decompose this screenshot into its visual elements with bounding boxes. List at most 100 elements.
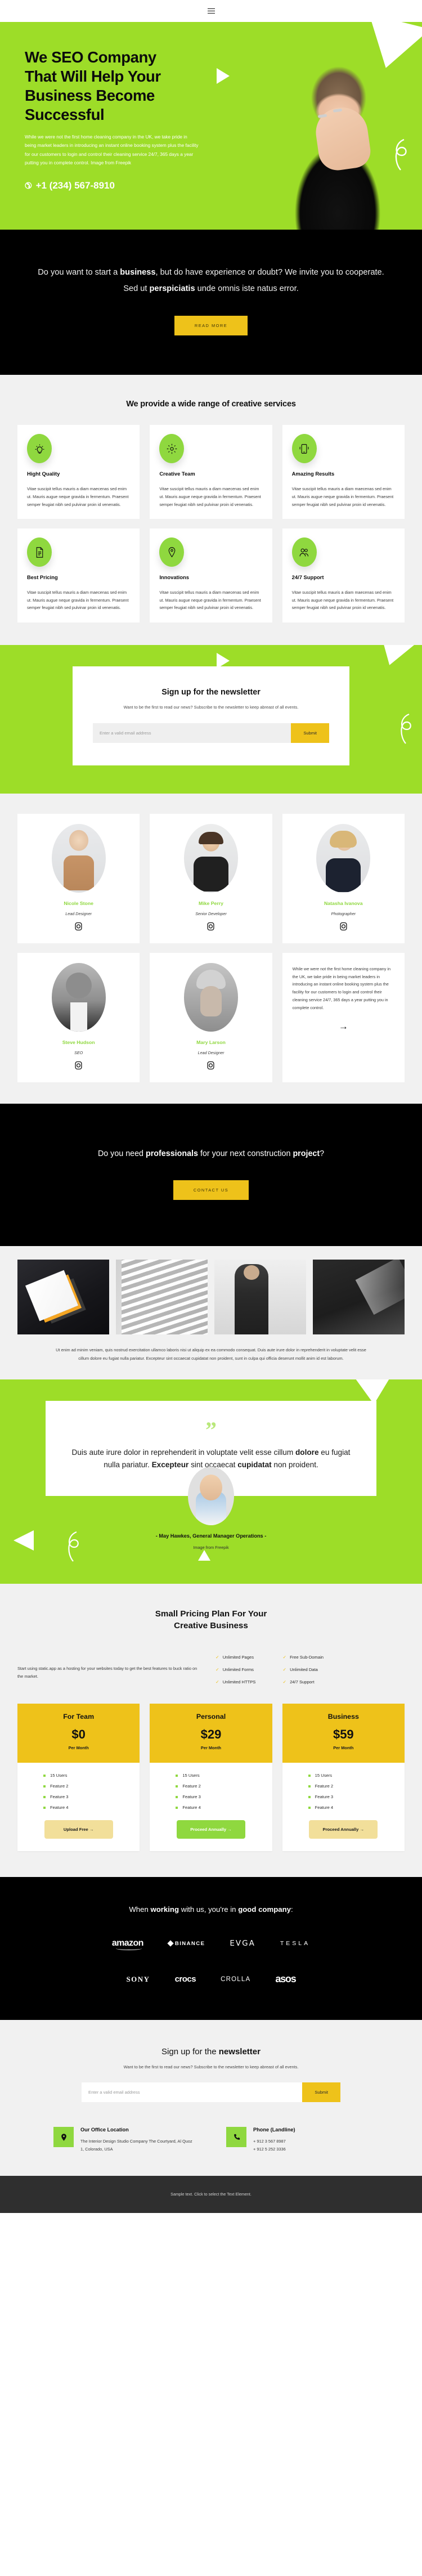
services-grid: Hight Quality Vitae suscipit tellus maur… xyxy=(17,425,405,622)
brand-logo-crolla: CROLLA xyxy=(221,1975,251,1983)
cta-section: Do you need professionals for your next … xyxy=(0,1103,422,1246)
instagram-icon[interactable] xyxy=(158,922,264,931)
users-icon xyxy=(291,537,317,567)
document-icon xyxy=(27,537,52,567)
service-title: Hight Quality xyxy=(27,471,60,477)
team-name: Mike Perry xyxy=(199,900,223,906)
quote-icon: ” xyxy=(205,1417,217,1443)
service-title: Innovations xyxy=(159,574,189,581)
service-card[interactable]: Best Pricing Vitae suscipit tellus mauri… xyxy=(17,528,140,622)
services-title: We provide a wide range of creative serv… xyxy=(126,400,296,409)
newsletter-email-input[interactable] xyxy=(93,723,291,743)
check-icon: ✓ xyxy=(282,1655,287,1660)
footer-office-heading: Our Office Location xyxy=(80,2127,129,2133)
team-grid: Nicole Stone Lead Designer Mike Perry Se… xyxy=(17,813,405,1082)
pricing-feature: ✓ Unlimited HTTPS xyxy=(216,1679,256,1685)
service-title: Amazing Results xyxy=(291,471,335,477)
pricing-feature-column-1: ✓ Unlimited Pages ✓ Unlimited Forms ✓ Unlim… xyxy=(216,1655,255,1685)
plan-header: Personal $29 Per Month xyxy=(150,1704,272,1763)
instagram-icon[interactable] xyxy=(25,1061,132,1070)
team-card[interactable]: Nicole Stone Lead Designer xyxy=(17,813,140,943)
footer-bottom-bar: Sample text. Click to select the Text El… xyxy=(0,2175,422,2213)
newsletter-submit-button[interactable]: Submit xyxy=(291,723,329,743)
plan-name: Business xyxy=(327,1713,359,1721)
service-title: Best Pricing xyxy=(27,574,58,581)
hamburger-menu-icon[interactable] xyxy=(207,8,215,14)
service-text: Vitae suscipit tellus mauris a diam maec… xyxy=(27,590,129,611)
team-role: Photographer xyxy=(331,911,356,916)
pricing-feature: ✓ Unlimited Forms xyxy=(216,1667,254,1673)
check-icon: ✓ xyxy=(216,1655,219,1660)
team-card[interactable]: Mary Larson Lead Designer xyxy=(150,952,272,1082)
gallery-image-people[interactable] xyxy=(214,1259,306,1334)
plan-feature: Feature 2 xyxy=(308,1784,399,1789)
lightbulb-icon xyxy=(27,434,52,464)
plan-feature: 15 Users xyxy=(308,1773,399,1778)
services-section: We provide a wide range of creative serv… xyxy=(0,375,422,645)
pricing-plans: For Team $0 Per Month 15 Users Feature 2… xyxy=(17,1704,405,1852)
plan-cta-button[interactable]: Upload Free → xyxy=(44,1820,113,1839)
read-more-button[interactable]: READ MORE xyxy=(174,316,248,336)
brand-logo-asos: asos xyxy=(275,1973,296,1985)
gallery-caption: Ut enim ad minim veniam, quis nostrud ex… xyxy=(56,1347,366,1361)
plan-feature-list: 15 Users Feature 2 Feature 3 Feature 4 xyxy=(288,1773,399,1810)
plan-feature: Feature 4 xyxy=(43,1805,134,1810)
brand-logo-amazon: amazon xyxy=(111,1938,143,1951)
pricing-feature: ✓ Unlimited Data xyxy=(282,1667,318,1673)
footer-newsletter-form: Submit xyxy=(82,2082,340,2103)
service-card[interactable]: Amazing Results Vitae suscipit tellus ma… xyxy=(282,425,405,519)
instagram-icon[interactable] xyxy=(25,922,132,931)
service-card[interactable]: Hight Quality Vitae suscipit tellus maur… xyxy=(17,425,140,519)
newsletter-section: Sign up for the newsletter Want to be th… xyxy=(0,644,422,794)
instagram-icon[interactable] xyxy=(158,1061,264,1070)
newsletter-card: Sign up for the newsletter Want to be th… xyxy=(73,666,349,765)
pricing-plan-card: Business $59 Per Month 15 Users Feature … xyxy=(282,1704,405,1852)
plan-cta-button[interactable]: Proceed Annually → xyxy=(176,1820,245,1839)
gallery-image-architecture[interactable] xyxy=(116,1259,208,1334)
service-text: Vitae suscipit tellus mauris a diam maec… xyxy=(291,486,394,507)
plan-price: $0 xyxy=(71,1727,86,1742)
plan-feature: 15 Users xyxy=(43,1773,134,1778)
team-card[interactable]: Mike Perry Senior Developer xyxy=(150,813,272,943)
pricing-features: ✓ Unlimited Pages ✓ Unlimited Forms ✓ Unlim… xyxy=(216,1650,324,1685)
service-card[interactable]: Innovations Vitae suscipit tellus mauris… xyxy=(150,528,272,622)
plan-name: For Team xyxy=(63,1713,95,1721)
newsletter-form: Submit xyxy=(93,723,329,743)
pricing-feature: ✓ Free Sub-Domain xyxy=(282,1655,324,1660)
arrow-right-icon[interactable]: → xyxy=(339,1022,348,1031)
team-photo xyxy=(51,962,106,1032)
team-name: Nicole Stone xyxy=(64,900,93,906)
brands-row-2: SONY crocs CROLLA asos xyxy=(0,1973,422,1985)
check-icon: ✓ xyxy=(216,1679,219,1685)
contact-us-button[interactable]: CONTACT US xyxy=(173,1180,249,1200)
decorative-triangle-newsletter-2 xyxy=(365,644,422,673)
newsletter-subtitle: Want to be the first to read our news? S… xyxy=(123,704,299,710)
footer-email-input[interactable] xyxy=(82,2082,303,2103)
plan-feature-list: 15 Users Feature 2 Feature 3 Feature 4 xyxy=(155,1773,266,1810)
footer-submit-button[interactable]: Submit xyxy=(302,2082,340,2103)
hero-phone-link[interactable]: ✆ +1 (234) 567-8910 xyxy=(25,180,242,191)
newsletter-title: Sign up for the newsletter xyxy=(161,687,261,697)
team-role: SEO xyxy=(74,1050,83,1055)
gallery-image-business-cards[interactable] xyxy=(17,1259,109,1334)
team-card[interactable]: Natasha Ivanova Photographer xyxy=(282,813,405,943)
plan-feature: Feature 3 xyxy=(43,1794,134,1799)
hero-section: We SEO Company That Will Help Your Busin… xyxy=(0,22,422,230)
brand-logo-crocs: crocs xyxy=(174,1974,196,1984)
decorative-swirl-newsletter xyxy=(401,713,411,744)
plan-cta-button[interactable]: Proceed Annually → xyxy=(309,1820,378,1839)
footer-newsletter-title: Sign up for the newsletter xyxy=(161,2047,261,2057)
pricing-description: Start using static.app as a hosting for … xyxy=(17,1666,197,1679)
team-card[interactable]: Steve Hudson SEO xyxy=(17,952,140,1082)
footer-newsletter-subtitle: Want to be the first to read our news? S… xyxy=(123,2064,299,2070)
binance-diamond-icon xyxy=(167,1940,174,1947)
gallery-image-interior[interactable] xyxy=(313,1259,405,1334)
team-name: Natasha Ivanova xyxy=(324,900,363,906)
plan-feature: Feature 4 xyxy=(308,1805,399,1810)
service-card[interactable]: Creative Team Vitae suscipit tellus maur… xyxy=(150,425,272,519)
instagram-icon[interactable] xyxy=(290,922,397,931)
service-card[interactable]: 24/7 Support Vitae suscipit tellus mauri… xyxy=(282,528,405,622)
top-navigation xyxy=(0,0,422,22)
footer-phone-numbers: + 912 3 567 8987 + 912 5 252 3336 xyxy=(253,2139,286,2152)
service-title: Creative Team xyxy=(159,471,195,477)
